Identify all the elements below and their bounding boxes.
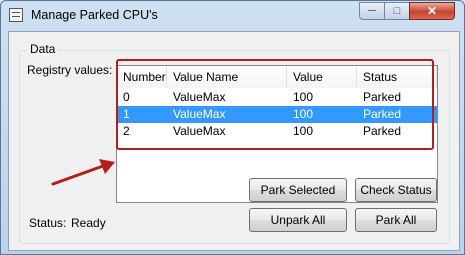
- cell-status: Parked: [363, 107, 402, 121]
- cell-value: 100: [293, 90, 314, 104]
- cell-value: 100: [293, 124, 314, 138]
- cell-value: 100: [293, 107, 314, 121]
- cell-status: Parked: [363, 90, 402, 104]
- cell-status: Parked: [363, 124, 402, 138]
- cell-number: 2: [123, 124, 130, 138]
- check-status-button[interactable]: Check Status: [355, 178, 437, 202]
- table-row[interactable]: 0 ValueMax 100 Parked: [117, 89, 437, 106]
- window-title: Manage Parked CPU's: [31, 8, 158, 22]
- cell-number: 0: [123, 90, 130, 104]
- status-value: Ready: [71, 216, 106, 230]
- park-selected-button[interactable]: Park Selected: [249, 178, 347, 202]
- registry-values-label: Registry values:: [27, 63, 113, 77]
- column-header-value-name[interactable]: Value Name: [167, 66, 287, 88]
- maximize-button[interactable]: □: [384, 2, 410, 20]
- park-all-button[interactable]: Park All: [355, 208, 437, 232]
- app-window: Manage Parked CPU's ─ □ ✕ Data Registry …: [0, 0, 465, 255]
- cell-number: 1: [123, 107, 130, 121]
- cell-value-name: ValueMax: [173, 124, 226, 138]
- groupbox-legend: Data: [27, 42, 59, 56]
- minimize-button[interactable]: ─: [359, 2, 385, 20]
- column-header-value[interactable]: Value: [287, 66, 357, 88]
- table-row[interactable]: 1 ValueMax 100 Parked: [117, 106, 437, 123]
- column-header-status[interactable]: Status: [357, 66, 437, 88]
- listview-header: Number Value Name Value Status: [117, 66, 437, 88]
- unpark-all-button[interactable]: Unpark All: [249, 208, 347, 232]
- annotation-arrow-icon: [51, 159, 115, 186]
- column-header-number[interactable]: Number: [117, 66, 167, 88]
- client-area: Data Registry values: Number Value Name …: [8, 31, 460, 251]
- cell-value-name: ValueMax: [173, 107, 226, 121]
- app-icon: [9, 8, 23, 22]
- cell-value-name: ValueMax: [173, 90, 226, 104]
- close-button[interactable]: ✕: [409, 2, 455, 20]
- title-bar[interactable]: Manage Parked CPU's ─ □ ✕: [1, 1, 464, 31]
- table-row[interactable]: 2 ValueMax 100 Parked: [117, 123, 437, 140]
- status-label: Status:: [29, 216, 67, 230]
